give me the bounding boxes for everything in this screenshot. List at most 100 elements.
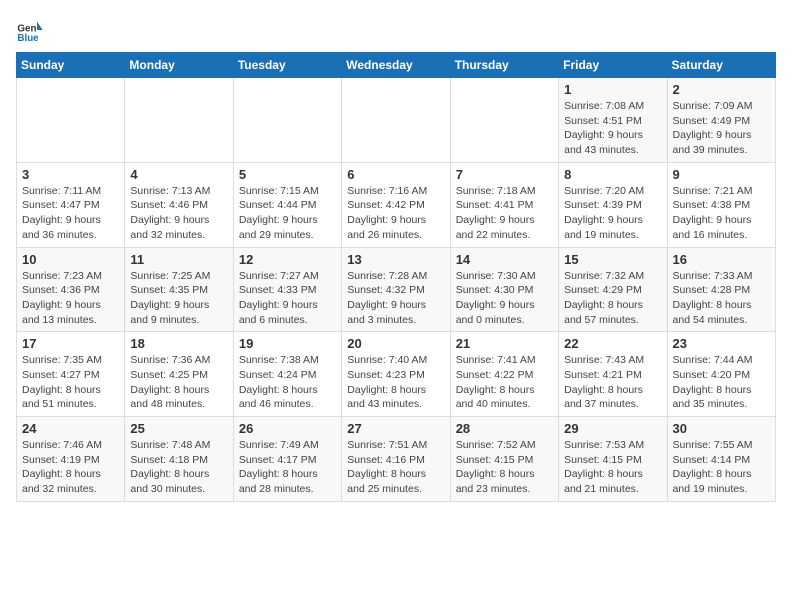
day-number: 15 xyxy=(564,252,661,267)
calendar-cell: 23 Sunrise: 7:44 AM Sunset: 4:20 PM Dayl… xyxy=(667,332,775,417)
calendar-cell: 4 Sunrise: 7:13 AM Sunset: 4:46 PM Dayli… xyxy=(125,162,233,247)
calendar-cell: 29 Sunrise: 7:53 AM Sunset: 4:15 PM Dayl… xyxy=(559,417,667,502)
calendar-week-row: 3 Sunrise: 7:11 AM Sunset: 4:47 PM Dayli… xyxy=(17,162,776,247)
header: Gen Blue xyxy=(16,16,776,44)
logo-icon: Gen Blue xyxy=(16,16,44,44)
day-info: Sunrise: 7:09 AM Sunset: 4:49 PM Dayligh… xyxy=(673,99,770,158)
day-number: 11 xyxy=(130,252,227,267)
day-info: Sunrise: 7:20 AM Sunset: 4:39 PM Dayligh… xyxy=(564,184,661,243)
calendar-cell: 19 Sunrise: 7:38 AM Sunset: 4:24 PM Dayl… xyxy=(233,332,341,417)
calendar-cell: 24 Sunrise: 7:46 AM Sunset: 4:19 PM Dayl… xyxy=(17,417,125,502)
calendar-week-row: 1 Sunrise: 7:08 AM Sunset: 4:51 PM Dayli… xyxy=(17,78,776,163)
calendar-cell: 7 Sunrise: 7:18 AM Sunset: 4:41 PM Dayli… xyxy=(450,162,558,247)
day-number: 18 xyxy=(130,336,227,351)
calendar-cell: 9 Sunrise: 7:21 AM Sunset: 4:38 PM Dayli… xyxy=(667,162,775,247)
day-number: 14 xyxy=(456,252,553,267)
day-number: 4 xyxy=(130,167,227,182)
calendar-cell: 17 Sunrise: 7:35 AM Sunset: 4:27 PM Dayl… xyxy=(17,332,125,417)
day-number: 6 xyxy=(347,167,444,182)
day-number: 24 xyxy=(22,421,119,436)
day-number: 23 xyxy=(673,336,770,351)
day-number: 20 xyxy=(347,336,444,351)
day-number: 29 xyxy=(564,421,661,436)
calendar-cell: 5 Sunrise: 7:15 AM Sunset: 4:44 PM Dayli… xyxy=(233,162,341,247)
calendar-cell xyxy=(450,78,558,163)
calendar: SundayMondayTuesdayWednesdayThursdayFrid… xyxy=(16,52,776,502)
day-info: Sunrise: 7:23 AM Sunset: 4:36 PM Dayligh… xyxy=(22,269,119,328)
weekday-header: Tuesday xyxy=(233,53,341,78)
calendar-cell: 22 Sunrise: 7:43 AM Sunset: 4:21 PM Dayl… xyxy=(559,332,667,417)
day-info: Sunrise: 7:16 AM Sunset: 4:42 PM Dayligh… xyxy=(347,184,444,243)
calendar-cell: 12 Sunrise: 7:27 AM Sunset: 4:33 PM Dayl… xyxy=(233,247,341,332)
day-info: Sunrise: 7:36 AM Sunset: 4:25 PM Dayligh… xyxy=(130,353,227,412)
day-info: Sunrise: 7:11 AM Sunset: 4:47 PM Dayligh… xyxy=(22,184,119,243)
day-info: Sunrise: 7:44 AM Sunset: 4:20 PM Dayligh… xyxy=(673,353,770,412)
day-info: Sunrise: 7:30 AM Sunset: 4:30 PM Dayligh… xyxy=(456,269,553,328)
day-number: 7 xyxy=(456,167,553,182)
day-number: 5 xyxy=(239,167,336,182)
weekday-header: Friday xyxy=(559,53,667,78)
calendar-cell: 3 Sunrise: 7:11 AM Sunset: 4:47 PM Dayli… xyxy=(17,162,125,247)
day-info: Sunrise: 7:40 AM Sunset: 4:23 PM Dayligh… xyxy=(347,353,444,412)
weekday-header: Monday xyxy=(125,53,233,78)
calendar-week-row: 24 Sunrise: 7:46 AM Sunset: 4:19 PM Dayl… xyxy=(17,417,776,502)
day-info: Sunrise: 7:52 AM Sunset: 4:15 PM Dayligh… xyxy=(456,438,553,497)
day-number: 9 xyxy=(673,167,770,182)
calendar-cell xyxy=(342,78,450,163)
day-info: Sunrise: 7:38 AM Sunset: 4:24 PM Dayligh… xyxy=(239,353,336,412)
day-info: Sunrise: 7:25 AM Sunset: 4:35 PM Dayligh… xyxy=(130,269,227,328)
day-info: Sunrise: 7:43 AM Sunset: 4:21 PM Dayligh… xyxy=(564,353,661,412)
day-info: Sunrise: 7:51 AM Sunset: 4:16 PM Dayligh… xyxy=(347,438,444,497)
day-info: Sunrise: 7:32 AM Sunset: 4:29 PM Dayligh… xyxy=(564,269,661,328)
day-number: 8 xyxy=(564,167,661,182)
calendar-cell: 1 Sunrise: 7:08 AM Sunset: 4:51 PM Dayli… xyxy=(559,78,667,163)
calendar-week-row: 17 Sunrise: 7:35 AM Sunset: 4:27 PM Dayl… xyxy=(17,332,776,417)
day-info: Sunrise: 7:49 AM Sunset: 4:17 PM Dayligh… xyxy=(239,438,336,497)
day-info: Sunrise: 7:35 AM Sunset: 4:27 PM Dayligh… xyxy=(22,353,119,412)
day-info: Sunrise: 7:18 AM Sunset: 4:41 PM Dayligh… xyxy=(456,184,553,243)
calendar-cell: 16 Sunrise: 7:33 AM Sunset: 4:28 PM Dayl… xyxy=(667,247,775,332)
calendar-cell: 20 Sunrise: 7:40 AM Sunset: 4:23 PM Dayl… xyxy=(342,332,450,417)
day-info: Sunrise: 7:53 AM Sunset: 4:15 PM Dayligh… xyxy=(564,438,661,497)
calendar-cell: 18 Sunrise: 7:36 AM Sunset: 4:25 PM Dayl… xyxy=(125,332,233,417)
day-number: 22 xyxy=(564,336,661,351)
day-number: 28 xyxy=(456,421,553,436)
day-number: 19 xyxy=(239,336,336,351)
calendar-cell: 30 Sunrise: 7:55 AM Sunset: 4:14 PM Dayl… xyxy=(667,417,775,502)
calendar-cell: 27 Sunrise: 7:51 AM Sunset: 4:16 PM Dayl… xyxy=(342,417,450,502)
weekday-header: Wednesday xyxy=(342,53,450,78)
day-number: 17 xyxy=(22,336,119,351)
day-info: Sunrise: 7:28 AM Sunset: 4:32 PM Dayligh… xyxy=(347,269,444,328)
day-info: Sunrise: 7:21 AM Sunset: 4:38 PM Dayligh… xyxy=(673,184,770,243)
calendar-cell: 2 Sunrise: 7:09 AM Sunset: 4:49 PM Dayli… xyxy=(667,78,775,163)
day-number: 26 xyxy=(239,421,336,436)
day-info: Sunrise: 7:15 AM Sunset: 4:44 PM Dayligh… xyxy=(239,184,336,243)
calendar-cell: 15 Sunrise: 7:32 AM Sunset: 4:29 PM Dayl… xyxy=(559,247,667,332)
day-number: 1 xyxy=(564,82,661,97)
day-number: 30 xyxy=(673,421,770,436)
calendar-cell: 13 Sunrise: 7:28 AM Sunset: 4:32 PM Dayl… xyxy=(342,247,450,332)
logo: Gen Blue xyxy=(16,16,48,44)
calendar-week-row: 10 Sunrise: 7:23 AM Sunset: 4:36 PM Dayl… xyxy=(17,247,776,332)
weekday-header: Thursday xyxy=(450,53,558,78)
day-number: 25 xyxy=(130,421,227,436)
day-number: 12 xyxy=(239,252,336,267)
day-info: Sunrise: 7:27 AM Sunset: 4:33 PM Dayligh… xyxy=(239,269,336,328)
calendar-cell: 25 Sunrise: 7:48 AM Sunset: 4:18 PM Dayl… xyxy=(125,417,233,502)
day-info: Sunrise: 7:48 AM Sunset: 4:18 PM Dayligh… xyxy=(130,438,227,497)
calendar-cell: 26 Sunrise: 7:49 AM Sunset: 4:17 PM Dayl… xyxy=(233,417,341,502)
svg-text:Blue: Blue xyxy=(17,33,39,44)
day-info: Sunrise: 7:13 AM Sunset: 4:46 PM Dayligh… xyxy=(130,184,227,243)
calendar-cell: 10 Sunrise: 7:23 AM Sunset: 4:36 PM Dayl… xyxy=(17,247,125,332)
day-number: 2 xyxy=(673,82,770,97)
day-number: 3 xyxy=(22,167,119,182)
day-number: 10 xyxy=(22,252,119,267)
day-info: Sunrise: 7:55 AM Sunset: 4:14 PM Dayligh… xyxy=(673,438,770,497)
calendar-cell: 6 Sunrise: 7:16 AM Sunset: 4:42 PM Dayli… xyxy=(342,162,450,247)
calendar-header-row: SundayMondayTuesdayWednesdayThursdayFrid… xyxy=(17,53,776,78)
weekday-header: Sunday xyxy=(17,53,125,78)
day-number: 27 xyxy=(347,421,444,436)
calendar-cell: 14 Sunrise: 7:30 AM Sunset: 4:30 PM Dayl… xyxy=(450,247,558,332)
day-info: Sunrise: 7:08 AM Sunset: 4:51 PM Dayligh… xyxy=(564,99,661,158)
day-number: 21 xyxy=(456,336,553,351)
